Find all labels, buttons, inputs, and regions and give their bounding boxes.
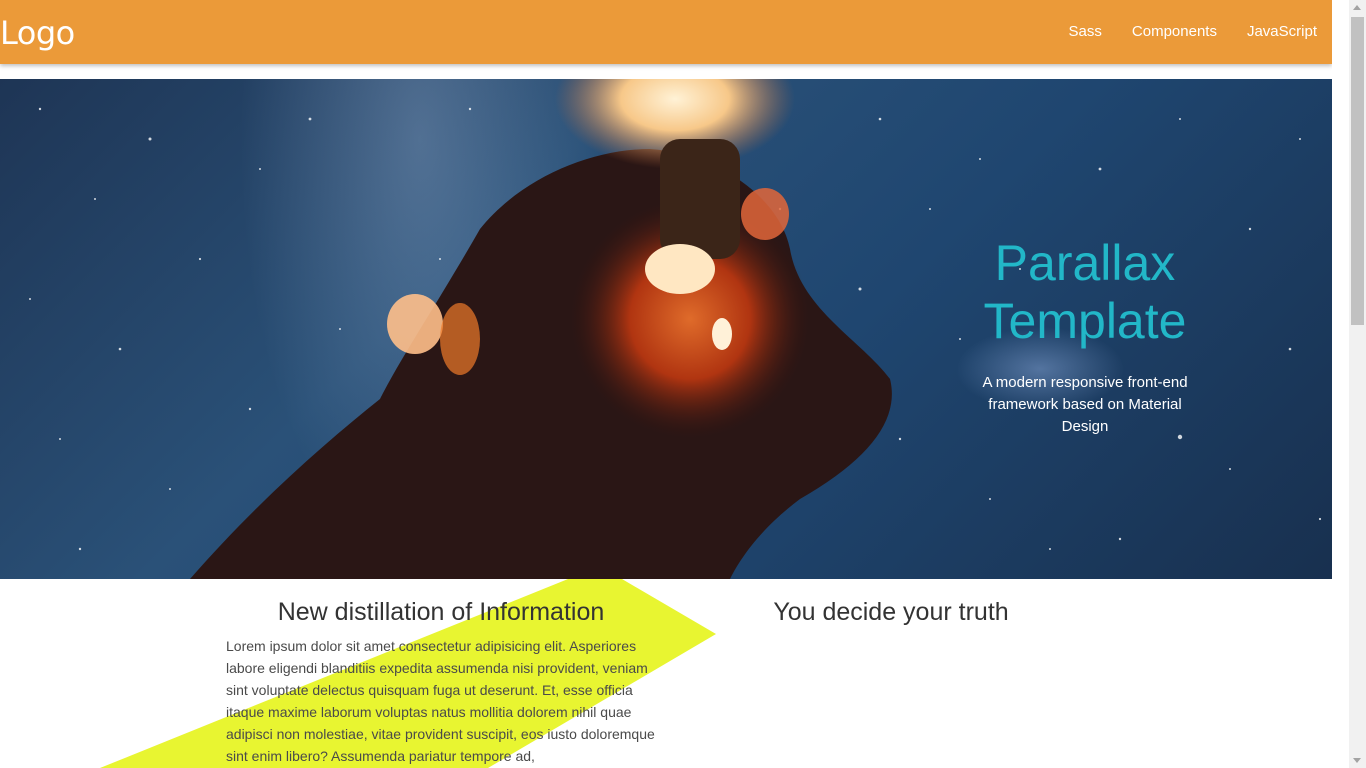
- navbar: Logo Sass Components JavaScript: [0, 0, 1332, 64]
- nav-link-sass[interactable]: Sass: [1054, 0, 1117, 64]
- nav-item-components: Components: [1117, 0, 1232, 64]
- scroll-up-arrow-icon[interactable]: [1353, 5, 1361, 10]
- vertical-scrollbar[interactable]: [1349, 0, 1366, 768]
- nav-link-javascript[interactable]: JavaScript: [1232, 0, 1332, 64]
- scroll-thumb[interactable]: [1351, 17, 1364, 325]
- section-heading: You decide your truth: [773, 598, 1009, 626]
- logo-link[interactable]: Logo: [0, 13, 75, 53]
- column-left: New distillation of Information Lorem ip…: [226, 595, 656, 767]
- page: Logo Sass Components JavaScript Parallax…: [0, 0, 1332, 768]
- content-section: New distillation of Information Lorem ip…: [0, 579, 1332, 768]
- nav-links: Sass Components JavaScript: [1054, 0, 1332, 64]
- hero-parallax: Parallax Template A modern responsive fr…: [0, 79, 1332, 579]
- accent-stripe: [100, 579, 716, 768]
- nav-item-sass: Sass: [1054, 0, 1117, 64]
- hero-subtitle: A modern responsive front-end framework …: [982, 374, 1188, 435]
- nav-item-javascript: JavaScript: [1232, 0, 1332, 64]
- nav-link-components[interactable]: Components: [1117, 0, 1232, 64]
- scroll-down-arrow-icon[interactable]: [1353, 758, 1361, 763]
- section-body: Lorem ipsum dolor sit amet consectetur a…: [226, 638, 655, 764]
- hero-title: Parallax Template: [983, 235, 1187, 349]
- hero-text: Parallax Template A modern responsive fr…: [940, 234, 1230, 438]
- section-heading: New distillation of Information: [277, 598, 605, 626]
- column-right: You decide your truth: [726, 595, 1056, 629]
